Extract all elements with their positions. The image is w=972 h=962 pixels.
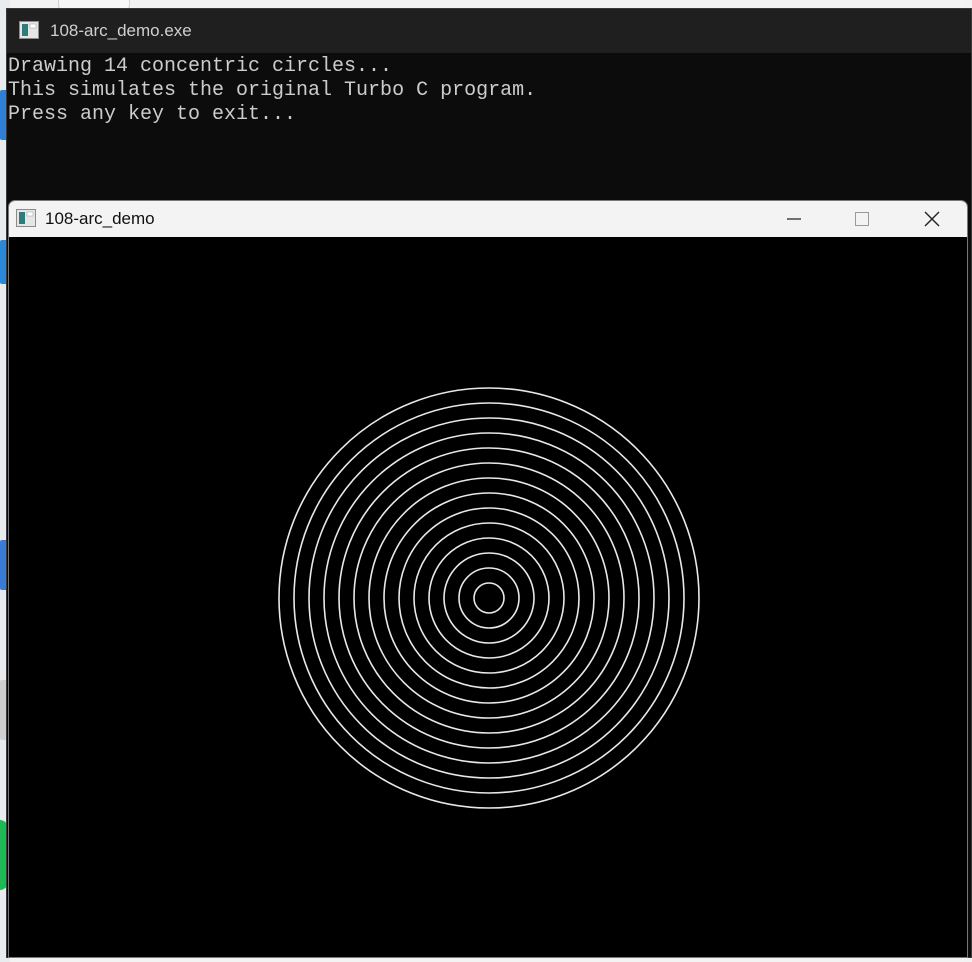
circle-2	[458, 567, 520, 629]
graphics-titlebar[interactable]: 108-arc_demo	[9, 201, 967, 237]
maximize-icon	[855, 212, 869, 226]
circle-1	[473, 582, 505, 614]
console-line: Drawing 14 concentric circles...	[8, 55, 393, 78]
close-icon	[924, 211, 940, 227]
console-output: Drawing 14 concentric circles... This sim…	[8, 55, 536, 127]
console-title: 108-arc_demo.exe	[50, 21, 192, 40]
circle-9	[353, 462, 625, 734]
app-window-icon	[16, 209, 36, 227]
console-app-icon	[19, 21, 39, 39]
minimize-button[interactable]	[759, 201, 829, 237]
circle-8	[368, 477, 610, 719]
concentric-circles	[278, 387, 700, 809]
circle-11	[323, 432, 655, 764]
circle-13	[293, 402, 685, 794]
maximize-button[interactable]	[827, 201, 897, 237]
circle-6	[398, 507, 580, 689]
circle-5	[413, 522, 565, 674]
close-button[interactable]	[897, 201, 967, 237]
minimize-icon	[787, 218, 801, 220]
graphics-title: 108-arc_demo	[45, 209, 155, 228]
circle-12	[308, 417, 670, 779]
circle-14	[278, 387, 700, 809]
graphics-canvas[interactable]	[9, 237, 967, 957]
console-line: Press any key to exit...	[8, 103, 297, 126]
console-line: This simulates the original Turbo C prog…	[8, 79, 537, 102]
graphics-window[interactable]: 108-arc_demo	[8, 200, 968, 958]
circle-7	[383, 492, 595, 704]
circle-3	[443, 552, 535, 644]
circle-4	[428, 537, 550, 659]
console-titlebar[interactable]: 108-arc_demo.exe	[7, 9, 971, 53]
